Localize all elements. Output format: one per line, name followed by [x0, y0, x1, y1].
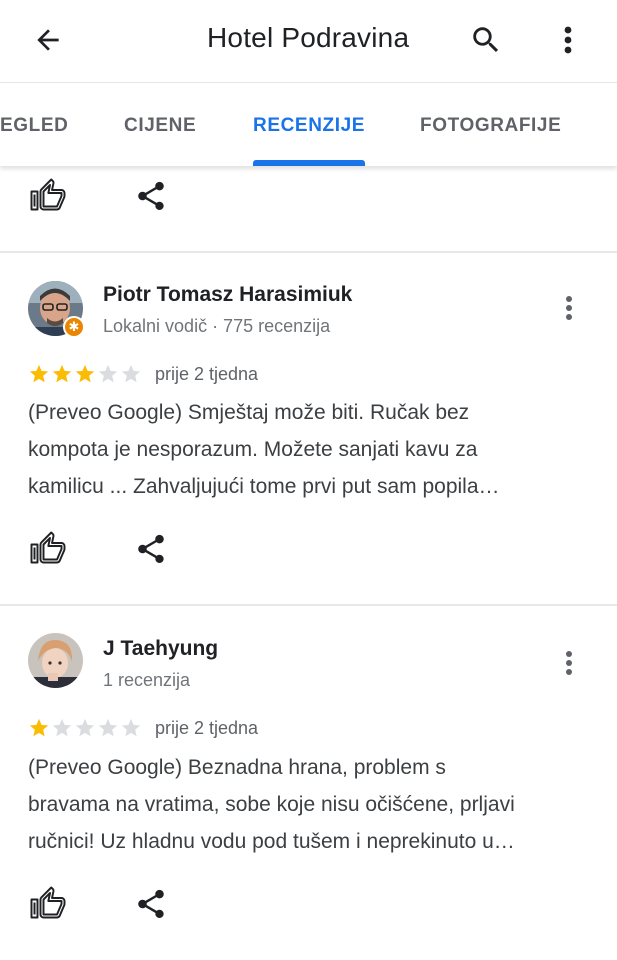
page-title: Hotel Podravina	[207, 22, 410, 53]
star-filled-icon	[75, 364, 95, 383]
star-empty-icon	[121, 718, 141, 737]
share-icon	[138, 889, 164, 919]
star-filled-icon	[29, 364, 49, 383]
review-text[interactable]: (Preveo Google) Beznadna hrana, problem …	[28, 749, 598, 860]
star-empty-icon	[98, 364, 118, 383]
review-divider	[0, 604, 617, 606]
review-divider	[0, 251, 617, 253]
star-empty-icon	[75, 718, 95, 737]
tab-bar: EGLED CIJENE RECENZIJE FOTOGRAFIJE	[0, 82, 617, 166]
star-empty-icon	[52, 718, 72, 737]
star-filled-icon	[29, 718, 49, 737]
review-text[interactable]: (Preveo Google) Smještaj može biti. Ruča…	[28, 394, 598, 505]
share-button[interactable]	[134, 178, 168, 216]
review-date: prije 2 tjedna	[155, 364, 259, 384]
star-rating	[28, 717, 142, 739]
review-author[interactable]: Piotr Tomasz Harasimiuk	[103, 283, 352, 307]
arrow-back-icon	[37, 29, 59, 51]
review-author-meta: 1 recenzija	[103, 670, 191, 690]
share-button[interactable]	[134, 531, 168, 569]
star-empty-icon	[98, 718, 118, 737]
active-tab-indicator	[253, 160, 365, 166]
review-date: prije 2 tjedna	[155, 718, 259, 738]
star-empty-icon	[121, 364, 141, 383]
review-text-line: kamilicu ... Zahvaljujući tome prvi put …	[28, 475, 500, 498]
star-filled-icon	[52, 364, 72, 383]
review-text-line: kompota je nesporazum. Možete sanjati ka…	[28, 438, 478, 461]
review-more-button[interactable]	[556, 646, 582, 680]
avatar[interactable]	[28, 633, 83, 688]
search-icon	[473, 27, 499, 53]
review-actions-previous	[0, 178, 617, 218]
review-author[interactable]: J Taehyung	[103, 637, 218, 661]
avatar[interactable]: ✱	[28, 281, 85, 338]
review-more-button[interactable]	[556, 291, 582, 325]
review-actions	[0, 531, 617, 571]
app-bar: Hotel Podravina	[0, 0, 617, 82]
thumb-up-icon	[30, 178, 66, 211]
thumb-up-icon	[30, 886, 66, 919]
more-vert-icon	[564, 26, 572, 54]
review-actions	[0, 886, 617, 926]
more-vert-icon	[566, 296, 572, 320]
review-text-line: (Preveo Google) Beznadna hrana, problem …	[28, 756, 446, 779]
like-button[interactable]	[30, 178, 68, 216]
review-text-line: ručnici! Uz hladnu vodu pod tušem i nepr…	[28, 830, 515, 853]
like-button[interactable]	[30, 886, 68, 924]
tab-reviews[interactable]: RECENZIJE	[253, 115, 365, 137]
star-rating	[28, 363, 142, 385]
more-vert-icon	[566, 651, 572, 675]
more-options-button[interactable]	[552, 20, 584, 60]
review-text-line: bravama na vratima, sobe koje nisu očišć…	[28, 793, 515, 816]
like-button[interactable]	[30, 531, 68, 569]
share-icon	[138, 181, 164, 211]
local-guide-badge-icon: ✱	[63, 316, 85, 338]
back-button[interactable]	[26, 20, 70, 60]
share-button[interactable]	[134, 886, 168, 924]
tab-overview[interactable]: EGLED	[0, 115, 68, 137]
tab-prices[interactable]: CIJENE	[124, 115, 196, 137]
search-button[interactable]	[466, 20, 506, 60]
tab-photos[interactable]: FOTOGRAFIJE	[420, 115, 561, 137]
share-icon	[138, 534, 164, 564]
review-author-meta: Lokalni vodič · 775 recenzija	[103, 316, 331, 336]
thumb-up-icon	[30, 531, 66, 564]
review-text-line: (Preveo Google) Smještaj može biti. Ruča…	[28, 401, 470, 424]
